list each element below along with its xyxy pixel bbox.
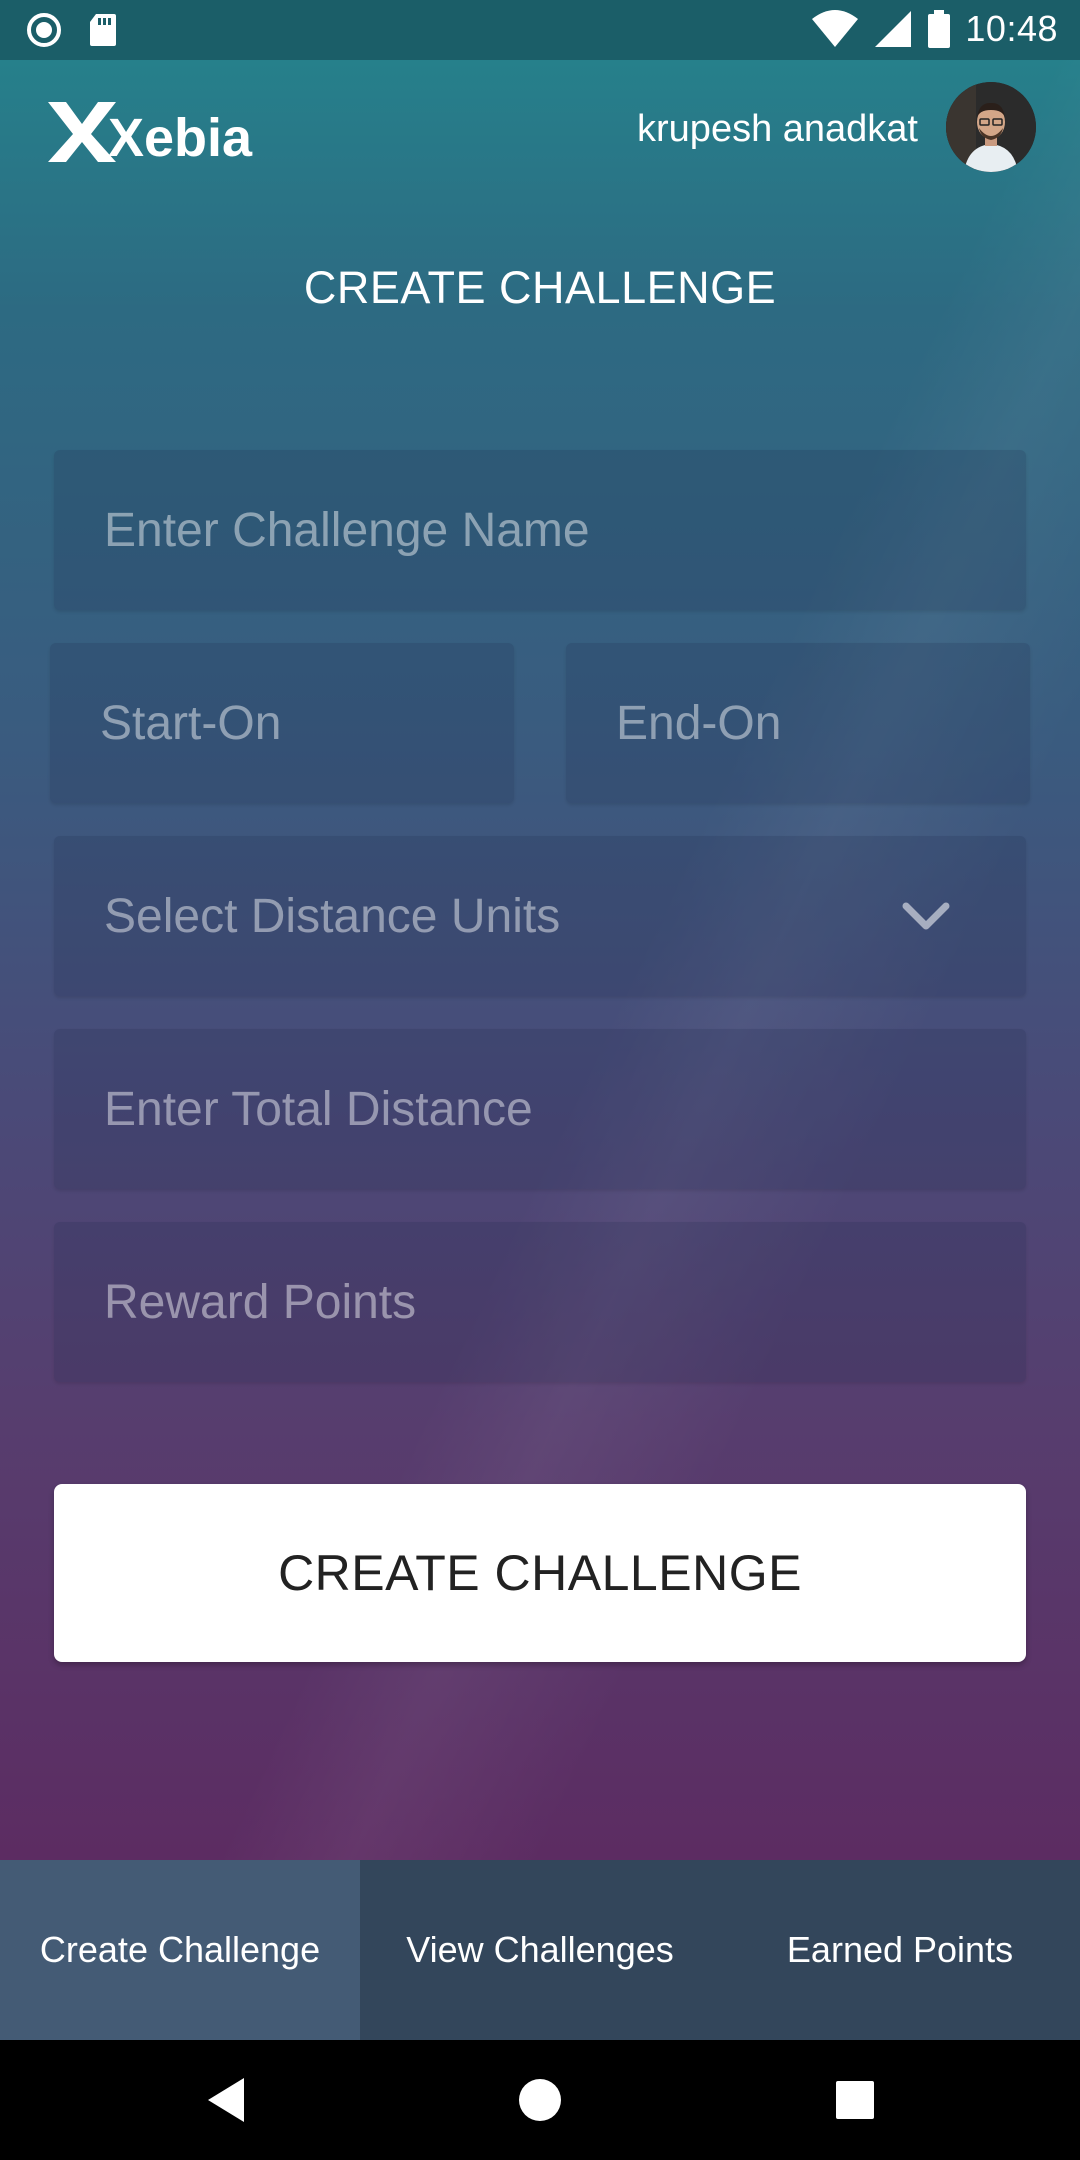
user-name: krupesh anadkat (637, 108, 918, 150)
challenge-name-placeholder: Enter Challenge Name (104, 503, 590, 557)
status-bar: 10:48 (0, 0, 1080, 60)
distance-units-select[interactable]: Select Distance Units (54, 836, 1026, 996)
sd-card-icon (90, 14, 116, 46)
tab-label: Create Challenge (39, 1929, 321, 1970)
reward-points-input[interactable]: Reward Points (54, 1222, 1026, 1382)
tab-label: View Challenges (406, 1929, 674, 1970)
page-title: CREATE CHALLENGE (303, 262, 777, 313)
challenge-name-input[interactable]: Enter Challenge Name (54, 450, 1026, 610)
xebia-logo: Xebia (48, 102, 253, 166)
avatar-photo (946, 82, 1036, 172)
end-on-input[interactable]: End-On (566, 643, 1030, 803)
screen: 10:48 Xebia krupesh anadkat CREATE CHALL… (0, 0, 1080, 2160)
home-icon[interactable] (500, 2060, 580, 2140)
recent-apps-icon[interactable] (815, 2060, 895, 2140)
chevron-down-icon (902, 902, 950, 930)
distance-units-placeholder: Select Distance Units (104, 889, 561, 943)
logo-text: Xebia (108, 108, 253, 166)
create-challenge-button[interactable]: CREATE CHALLENGE (54, 1484, 1026, 1662)
status-left-icons (26, 12, 118, 48)
tab-create-challenge[interactable]: Create Challenge (0, 1860, 360, 2040)
bottom-tab-bar: Create Challenge View Challenges Earned … (0, 1860, 1080, 2040)
status-right-icons: 10:48 (811, 8, 1058, 50)
start-on-placeholder: Start-On (100, 696, 282, 750)
tab-earned-points[interactable]: Earned Points (720, 1860, 1080, 2040)
end-on-placeholder: End-On (616, 696, 782, 750)
wifi-icon (812, 10, 859, 47)
battery-icon (928, 10, 951, 48)
create-challenge-button-label: CREATE CHALLENGE (278, 1545, 802, 1601)
tab-label: Earned Points (786, 1929, 1014, 1970)
total-distance-input[interactable]: Enter Total Distance (54, 1029, 1026, 1189)
start-on-input[interactable]: Start-On (50, 643, 514, 803)
status-time: 10:48 (965, 8, 1058, 49)
reward-points-placeholder: Reward Points (104, 1275, 417, 1329)
system-nav-bar (0, 2040, 1080, 2160)
avatar[interactable] (946, 82, 1036, 172)
record-icon (27, 13, 61, 47)
total-distance-placeholder: Enter Total Distance (104, 1082, 533, 1136)
signal-icon (875, 11, 912, 47)
tab-view-challenges[interactable]: View Challenges (360, 1860, 720, 2040)
back-icon[interactable] (186, 2060, 266, 2140)
